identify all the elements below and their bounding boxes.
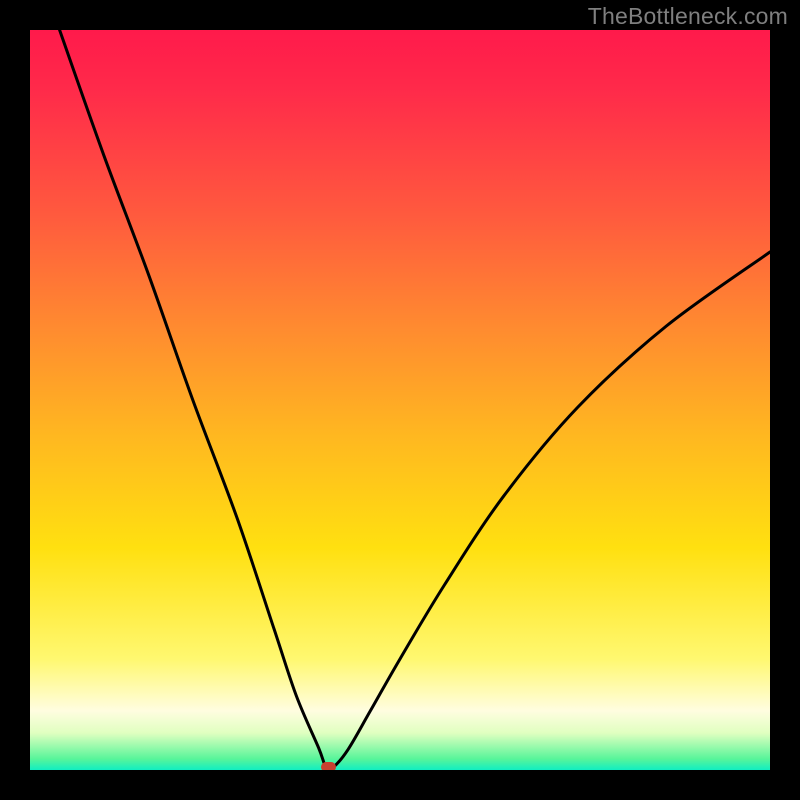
- watermark-text: TheBottleneck.com: [588, 3, 788, 30]
- chart-frame: TheBottleneck.com: [0, 0, 800, 800]
- plot-area: [30, 30, 770, 770]
- bottleneck-curve: [60, 30, 770, 769]
- chart-curve: [30, 30, 770, 770]
- optimal-marker: [321, 762, 336, 770]
